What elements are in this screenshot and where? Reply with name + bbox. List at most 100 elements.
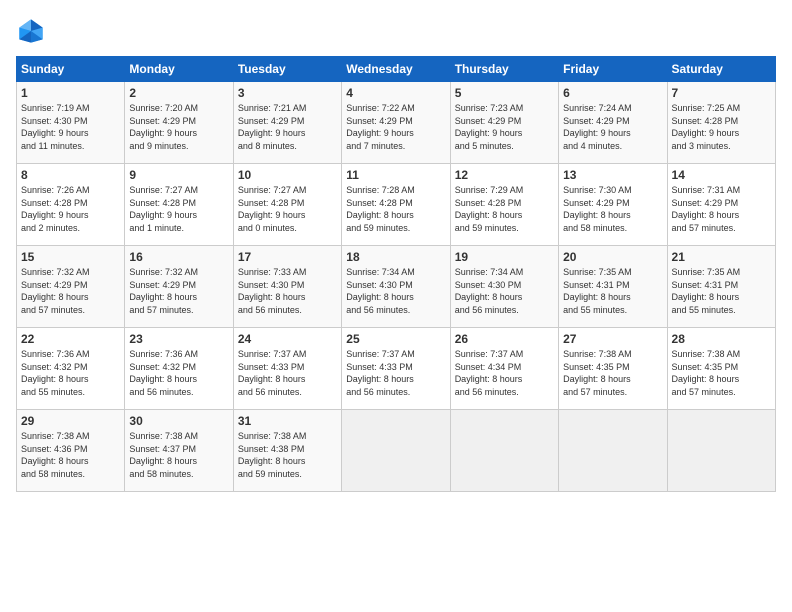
day-number: 10: [238, 168, 337, 182]
calendar-cell: 28 Sunrise: 7:38 AM Sunset: 4:35 PM Dayli…: [667, 328, 775, 410]
day-number: 25: [346, 332, 445, 346]
day-info: Sunrise: 7:28 AM Sunset: 4:28 PM Dayligh…: [346, 184, 445, 234]
calendar-cell: 2 Sunrise: 7:20 AM Sunset: 4:29 PM Daylig…: [125, 82, 233, 164]
calendar-header: SundayMondayTuesdayWednesdayThursdayFrid…: [17, 57, 776, 82]
day-info: Sunrise: 7:32 AM Sunset: 4:29 PM Dayligh…: [129, 266, 228, 316]
calendar-cell: 14 Sunrise: 7:31 AM Sunset: 4:29 PM Dayli…: [667, 164, 775, 246]
day-info: Sunrise: 7:33 AM Sunset: 4:30 PM Dayligh…: [238, 266, 337, 316]
day-number: 3: [238, 86, 337, 100]
day-number: 20: [563, 250, 662, 264]
day-info: Sunrise: 7:37 AM Sunset: 4:34 PM Dayligh…: [455, 348, 554, 398]
calendar-week-3: 15 Sunrise: 7:32 AM Sunset: 4:29 PM Dayli…: [17, 246, 776, 328]
day-number: 2: [129, 86, 228, 100]
header-cell-tuesday: Tuesday: [233, 57, 341, 82]
day-info: Sunrise: 7:38 AM Sunset: 4:35 PM Dayligh…: [672, 348, 771, 398]
calendar-week-5: 29 Sunrise: 7:38 AM Sunset: 4:36 PM Dayli…: [17, 410, 776, 492]
header-cell-sunday: Sunday: [17, 57, 125, 82]
calendar-cell: [667, 410, 775, 492]
day-info: Sunrise: 7:36 AM Sunset: 4:32 PM Dayligh…: [21, 348, 120, 398]
calendar-cell: 15 Sunrise: 7:32 AM Sunset: 4:29 PM Dayli…: [17, 246, 125, 328]
header-cell-thursday: Thursday: [450, 57, 558, 82]
calendar-cell: 21 Sunrise: 7:35 AM Sunset: 4:31 PM Dayli…: [667, 246, 775, 328]
calendar-cell: 6Sunrise: 7:24 AM Sunset: 4:29 PM Daylig…: [559, 82, 667, 164]
calendar-cell: 23Sunrise: 7:36 AM Sunset: 4:32 PM Dayli…: [125, 328, 233, 410]
day-number: 4: [346, 86, 445, 100]
calendar-cell: [559, 410, 667, 492]
calendar-cell: 26Sunrise: 7:37 AM Sunset: 4:34 PM Dayli…: [450, 328, 558, 410]
day-number: 13: [563, 168, 662, 182]
day-number: 15: [21, 250, 120, 264]
day-number: 6: [563, 86, 662, 100]
day-info: Sunrise: 7:25 AM Sunset: 4:28 PM Dayligh…: [672, 102, 771, 152]
day-number: 29: [21, 414, 120, 428]
day-number: 8: [21, 168, 120, 182]
calendar-cell: 22 Sunrise: 7:36 AM Sunset: 4:32 PM Dayli…: [17, 328, 125, 410]
day-info: Sunrise: 7:27 AM Sunset: 4:28 PM Dayligh…: [129, 184, 228, 234]
day-number: 7: [672, 86, 771, 100]
day-number: 31: [238, 414, 337, 428]
calendar-cell: 16 Sunrise: 7:32 AM Sunset: 4:29 PM Dayli…: [125, 246, 233, 328]
calendar-cell: 20 Sunrise: 7:35 AM Sunset: 4:31 PM Dayli…: [559, 246, 667, 328]
day-number: 16: [129, 250, 228, 264]
day-info: Sunrise: 7:23 AM Sunset: 4:29 PM Dayligh…: [455, 102, 554, 152]
day-info: Sunrise: 7:35 AM Sunset: 4:31 PM Dayligh…: [563, 266, 662, 316]
day-info: Sunrise: 7:32 AM Sunset: 4:29 PM Dayligh…: [21, 266, 120, 316]
calendar-cell: 7 Sunrise: 7:25 AM Sunset: 4:28 PM Daylig…: [667, 82, 775, 164]
day-number: 9: [129, 168, 228, 182]
calendar-cell: 4 Sunrise: 7:22 AM Sunset: 4:29 PM Daylig…: [342, 82, 450, 164]
day-number: 24: [238, 332, 337, 346]
day-info: Sunrise: 7:34 AM Sunset: 4:30 PM Dayligh…: [455, 266, 554, 316]
day-info: Sunrise: 7:38 AM Sunset: 4:35 PM Dayligh…: [563, 348, 662, 398]
calendar-cell: 10 Sunrise: 7:27 AM Sunset: 4:28 PM Dayli…: [233, 164, 341, 246]
day-info: Sunrise: 7:35 AM Sunset: 4:31 PM Dayligh…: [672, 266, 771, 316]
calendar-week-4: 22 Sunrise: 7:36 AM Sunset: 4:32 PM Dayli…: [17, 328, 776, 410]
day-number: 14: [672, 168, 771, 182]
day-info: Sunrise: 7:34 AM Sunset: 4:30 PM Dayligh…: [346, 266, 445, 316]
day-number: 28: [672, 332, 771, 346]
header-cell-wednesday: Wednesday: [342, 57, 450, 82]
calendar-week-1: 1 Sunrise: 7:19 AM Sunset: 4:30 PM Daylig…: [17, 82, 776, 164]
day-info: Sunrise: 7:37 AM Sunset: 4:33 PM Dayligh…: [238, 348, 337, 398]
day-info: Sunrise: 7:31 AM Sunset: 4:29 PM Dayligh…: [672, 184, 771, 234]
day-number: 19: [455, 250, 554, 264]
day-info: Sunrise: 7:19 AM Sunset: 4:30 PM Dayligh…: [21, 102, 120, 152]
day-number: 1: [21, 86, 120, 100]
calendar-cell: 18Sunrise: 7:34 AM Sunset: 4:30 PM Dayli…: [342, 246, 450, 328]
day-info: Sunrise: 7:30 AM Sunset: 4:29 PM Dayligh…: [563, 184, 662, 234]
logo: [16, 16, 52, 46]
day-info: Sunrise: 7:38 AM Sunset: 4:37 PM Dayligh…: [129, 430, 228, 480]
calendar-cell: 3 Sunrise: 7:21 AM Sunset: 4:29 PM Daylig…: [233, 82, 341, 164]
day-info: Sunrise: 7:26 AM Sunset: 4:28 PM Dayligh…: [21, 184, 120, 234]
calendar-cell: 29 Sunrise: 7:38 AM Sunset: 4:36 PM Dayli…: [17, 410, 125, 492]
calendar-cell: 25 Sunrise: 7:37 AM Sunset: 4:33 PM Dayli…: [342, 328, 450, 410]
header: [16, 16, 776, 46]
calendar-table: SundayMondayTuesdayWednesdayThursdayFrid…: [16, 56, 776, 492]
day-number: 30: [129, 414, 228, 428]
day-info: Sunrise: 7:22 AM Sunset: 4:29 PM Dayligh…: [346, 102, 445, 152]
page: SundayMondayTuesdayWednesdayThursdayFrid…: [0, 0, 792, 612]
logo-icon: [16, 16, 46, 46]
calendar-cell: 24 Sunrise: 7:37 AM Sunset: 4:33 PM Dayli…: [233, 328, 341, 410]
calendar-cell: 13 Sunrise: 7:30 AM Sunset: 4:29 PM Dayli…: [559, 164, 667, 246]
day-info: Sunrise: 7:29 AM Sunset: 4:28 PM Dayligh…: [455, 184, 554, 234]
calendar-cell: 19 Sunrise: 7:34 AM Sunset: 4:30 PM Dayli…: [450, 246, 558, 328]
calendar-cell: 9 Sunrise: 7:27 AM Sunset: 4:28 PM Daylig…: [125, 164, 233, 246]
day-number: 21: [672, 250, 771, 264]
calendar-cell: 11Sunrise: 7:28 AM Sunset: 4:28 PM Dayli…: [342, 164, 450, 246]
calendar-cell: [450, 410, 558, 492]
day-info: Sunrise: 7:37 AM Sunset: 4:33 PM Dayligh…: [346, 348, 445, 398]
day-number: 22: [21, 332, 120, 346]
header-cell-saturday: Saturday: [667, 57, 775, 82]
day-number: 27: [563, 332, 662, 346]
day-info: Sunrise: 7:38 AM Sunset: 4:36 PM Dayligh…: [21, 430, 120, 480]
day-info: Sunrise: 7:27 AM Sunset: 4:28 PM Dayligh…: [238, 184, 337, 234]
day-info: Sunrise: 7:21 AM Sunset: 4:29 PM Dayligh…: [238, 102, 337, 152]
day-info: Sunrise: 7:20 AM Sunset: 4:29 PM Dayligh…: [129, 102, 228, 152]
calendar-cell: [342, 410, 450, 492]
day-number: 17: [238, 250, 337, 264]
header-row: SundayMondayTuesdayWednesdayThursdayFrid…: [17, 57, 776, 82]
calendar-cell: 17 Sunrise: 7:33 AM Sunset: 4:30 PM Dayli…: [233, 246, 341, 328]
calendar-cell: 12 Sunrise: 7:29 AM Sunset: 4:28 PM Dayli…: [450, 164, 558, 246]
day-number: 12: [455, 168, 554, 182]
day-info: Sunrise: 7:38 AM Sunset: 4:38 PM Dayligh…: [238, 430, 337, 480]
